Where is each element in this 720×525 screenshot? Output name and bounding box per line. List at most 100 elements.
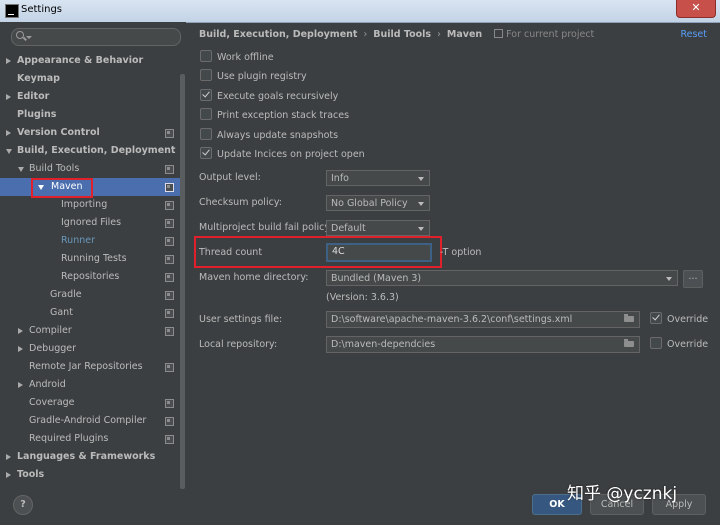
tree-item-label: Editor xyxy=(17,91,50,102)
tree-item[interactable]: Importing xyxy=(0,196,180,214)
checkbox[interactable] xyxy=(200,69,212,81)
collapsed-arrow-icon[interactable] xyxy=(18,382,23,388)
option-checkbox-row[interactable]: Update Incices on project open xyxy=(200,147,365,163)
tree-item[interactable]: Repositories xyxy=(0,268,180,286)
tree-item[interactable]: Tools xyxy=(0,466,180,484)
project-scope-icon xyxy=(165,327,174,336)
collapsed-arrow-icon[interactable] xyxy=(6,454,11,460)
folder-icon[interactable] xyxy=(624,339,634,347)
tree-item[interactable]: Debugger xyxy=(0,340,180,358)
tree-item-label: Version Control xyxy=(17,127,100,138)
tree-item[interactable]: Android xyxy=(0,376,180,394)
tree-item[interactable]: Gradle-Android Compiler xyxy=(0,412,180,430)
tree-item[interactable]: Required Plugins xyxy=(0,430,180,448)
tree-item[interactable]: Build Tools xyxy=(0,160,180,178)
chevron-down-icon xyxy=(666,277,672,281)
collapsed-arrow-icon[interactable] xyxy=(6,58,11,64)
maven-home-select[interactable]: Bundled (Maven 3) xyxy=(326,270,678,286)
checkbox[interactable] xyxy=(200,147,212,159)
collapsed-arrow-icon[interactable] xyxy=(18,328,23,334)
option-checkbox-row[interactable]: Execute goals recursively xyxy=(200,89,338,105)
tree-item[interactable]: Maven xyxy=(0,178,180,198)
maven-settings-panel: Build, Execution, Deployment › Build Tools… xyxy=(186,22,720,487)
collapsed-arrow-icon[interactable] xyxy=(18,346,23,352)
breadcrumb-item[interactable]: Build Tools xyxy=(373,29,431,40)
project-scope-icon xyxy=(165,417,174,426)
thread-count-hint: -T option xyxy=(440,247,482,258)
tree-item-label: Languages & Frameworks xyxy=(17,451,156,462)
checksum-policy-select[interactable]: No Global Policy xyxy=(326,195,430,211)
checkbox[interactable] xyxy=(200,50,212,62)
tree-item[interactable]: Editor xyxy=(0,88,180,106)
option-label: Execute goals recursively xyxy=(217,91,339,102)
chevron-down-icon xyxy=(418,177,424,181)
tree-item[interactable]: Ignored Files xyxy=(0,214,180,232)
option-label: Always update snapshots xyxy=(217,130,339,141)
user-settings-override[interactable]: Override xyxy=(650,312,708,328)
expanded-arrow-icon[interactable] xyxy=(18,167,24,172)
user-settings-label: User settings file: xyxy=(199,314,283,325)
local-repo-override[interactable]: Override xyxy=(650,337,708,353)
reset-link[interactable]: Reset xyxy=(680,27,707,43)
override-checkbox[interactable] xyxy=(650,312,662,324)
override-checkbox[interactable] xyxy=(650,337,662,349)
output-level-label: Output level: xyxy=(199,172,261,183)
project-scope-icon xyxy=(165,435,174,444)
search-options-chevron-icon[interactable] xyxy=(26,36,32,39)
sidebar-scrollbar[interactable] xyxy=(180,74,185,489)
browse-maven-home-button[interactable]: ... xyxy=(683,270,703,288)
breadcrumb-item[interactable]: Build, Execution, Deployment xyxy=(199,29,357,40)
local-repo-input[interactable]: D:\maven-dependcies xyxy=(326,336,640,353)
tree-item[interactable]: Plugins xyxy=(0,106,180,124)
tree-item[interactable]: Remote Jar Repositories xyxy=(0,358,180,376)
fail-policy-label: Multiproject build fail policy: xyxy=(199,222,333,233)
folder-icon[interactable] xyxy=(624,314,634,322)
output-level-select[interactable]: Info xyxy=(326,170,430,186)
tree-item[interactable]: Coverage xyxy=(0,394,180,412)
collapsed-arrow-icon[interactable] xyxy=(6,130,11,136)
maven-home-label: Maven home directory: xyxy=(199,272,309,283)
checkbox[interactable] xyxy=(200,128,212,140)
checkbox[interactable] xyxy=(200,89,212,101)
tree-item[interactable]: Appearance & Behavior xyxy=(0,52,180,70)
tree-item-label: Importing xyxy=(61,199,108,210)
settings-search-input[interactable] xyxy=(11,28,181,46)
settings-sidebar: Appearance & Behavior Keymap Editor Plugins… xyxy=(0,22,186,489)
collapsed-arrow-icon[interactable] xyxy=(6,94,11,100)
tree-item-label: Gradle-Android Compiler xyxy=(29,415,147,426)
user-settings-input[interactable]: D:\software\apache-maven-3.6.2\conf\sett… xyxy=(326,311,640,328)
option-checkbox-row[interactable]: Always update snapshots xyxy=(200,128,338,144)
tree-item-label: Appearance & Behavior xyxy=(17,55,144,66)
project-scope-icon xyxy=(494,29,504,38)
tree-item-label: Compiler xyxy=(29,325,72,336)
collapsed-arrow-icon[interactable] xyxy=(6,472,11,478)
option-checkbox-row[interactable]: Use plugin registry xyxy=(200,69,307,85)
tree-item[interactable]: Running Tests xyxy=(0,250,180,268)
chevron-down-icon xyxy=(418,202,424,206)
tree-item-label: Required Plugins xyxy=(29,433,109,444)
tree-item[interactable]: Compiler xyxy=(0,322,180,340)
option-checkbox-row[interactable]: Print exception stack traces xyxy=(200,108,349,124)
tree-item[interactable]: Version Control xyxy=(0,124,180,142)
thread-count-input[interactable]: 4C xyxy=(326,243,432,262)
tree-item[interactable]: Keymap xyxy=(0,70,180,88)
title-bar: Settings ✕ xyxy=(0,0,720,23)
project-scope-icon xyxy=(165,291,174,300)
fail-policy-select[interactable]: Default xyxy=(326,220,430,236)
intellij-app-icon xyxy=(5,4,19,18)
tree-item[interactable]: Build, Execution, Deployment xyxy=(0,142,180,160)
tree-item[interactable]: Runner xyxy=(0,232,180,250)
checkbox[interactable] xyxy=(200,108,212,120)
tree-item-label: Tools xyxy=(17,469,45,480)
help-button[interactable]: ? xyxy=(13,495,33,515)
project-scope-icon xyxy=(165,129,174,138)
tree-item[interactable]: Languages & Frameworks xyxy=(0,448,180,466)
project-scope-note: For current project xyxy=(494,29,594,40)
tree-item[interactable]: Gant xyxy=(0,304,180,322)
close-button[interactable]: ✕ xyxy=(676,0,716,18)
project-scope-icon xyxy=(165,219,174,228)
tree-item[interactable]: Gradle xyxy=(0,286,180,304)
tree-item-label: Debugger xyxy=(29,343,77,354)
option-checkbox-row[interactable]: Work offline xyxy=(200,50,274,66)
expanded-arrow-icon[interactable] xyxy=(6,149,12,154)
